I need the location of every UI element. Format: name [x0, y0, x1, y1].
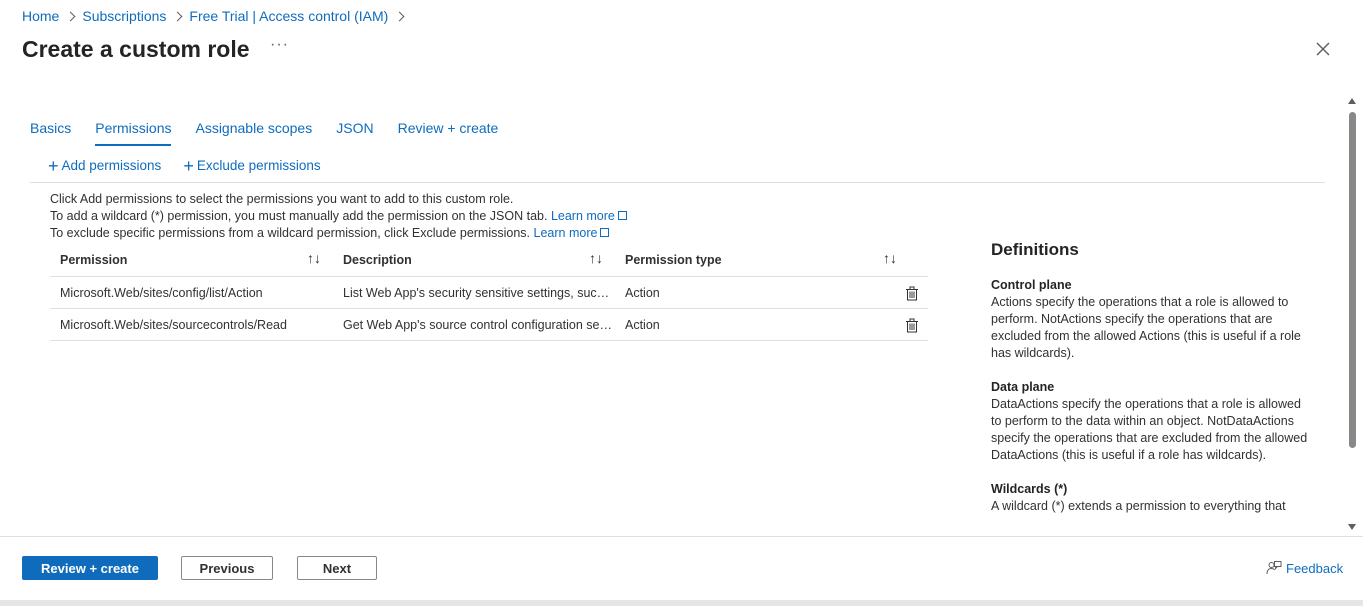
scroll-up-icon[interactable] — [1348, 98, 1356, 104]
definition-heading: Wildcards (*) — [991, 482, 1068, 496]
cell-permission: Microsoft.Web/sites/sourcecontrols/Read — [60, 317, 287, 332]
plus-icon: + — [48, 155, 59, 176]
exclude-permissions-label: Exclude permissions — [196, 158, 321, 173]
close-icon[interactable] — [1314, 40, 1332, 58]
permissions-grid: Permission ↑↓ Description ↑↓ Permission … — [50, 244, 928, 341]
definition-body: A wildcard (*) extends a permission to e… — [991, 499, 1286, 513]
sort-icon[interactable]: ↑↓ — [883, 250, 897, 266]
previous-button[interactable]: Previous — [181, 556, 273, 580]
review-create-button[interactable]: Review + create — [22, 556, 158, 580]
chevron-right-icon — [394, 11, 405, 21]
delete-icon[interactable] — [905, 286, 919, 301]
add-permissions-label: Add permissions — [61, 158, 162, 173]
cell-permission: Microsoft.Web/sites/config/list/Action — [60, 285, 263, 300]
breadcrumb: Home Subscriptions Free Trial | Access c… — [22, 8, 411, 24]
toolbar-divider — [30, 182, 1325, 183]
breadcrumb-access-control[interactable]: Free Trial | Access control (IAM) — [189, 8, 388, 24]
more-options-icon[interactable]: ··· — [270, 36, 289, 54]
tab-review-create[interactable]: Review + create — [398, 120, 499, 146]
footer-divider — [0, 536, 1363, 537]
info-line-1: Click Add permissions to select the perm… — [50, 192, 514, 206]
column-header-permission-type[interactable]: Permission type ↑↓ — [615, 250, 897, 267]
definition-heading: Control plane — [991, 278, 1072, 292]
learn-more-exclude-link[interactable]: Learn more — [534, 226, 610, 240]
info-line-3: To exclude specific permissions from a w… — [50, 226, 531, 240]
definition-body: DataActions specify the operations that … — [991, 397, 1308, 462]
external-link-icon — [617, 211, 627, 220]
chevron-right-icon — [65, 11, 76, 21]
window-bottom-edge — [0, 600, 1363, 606]
feedback-icon — [1266, 561, 1282, 575]
sort-icon[interactable]: ↑↓ — [589, 250, 603, 266]
feedback-label: Feedback — [1286, 560, 1344, 576]
column-header-permission[interactable]: Permission ↑↓ — [50, 250, 333, 267]
exclude-permissions-button[interactable]: + Exclude permissions — [183, 155, 321, 176]
cell-description: Get Web App's source control configurati… — [343, 317, 615, 332]
column-header-description[interactable]: Description ↑↓ — [333, 250, 615, 267]
add-permissions-button[interactable]: + Add permissions — [48, 155, 162, 176]
cell-permission-type: Action — [625, 317, 660, 332]
breadcrumb-home[interactable]: Home — [22, 8, 59, 24]
external-link-icon — [600, 228, 610, 237]
scroll-down-icon[interactable] — [1348, 524, 1356, 530]
delete-icon[interactable] — [905, 318, 919, 333]
grid-header: Permission ↑↓ Description ↑↓ Permission … — [50, 244, 928, 277]
breadcrumb-subscriptions[interactable]: Subscriptions — [82, 8, 166, 24]
cell-description: List Web App's security sensitive settin… — [343, 285, 615, 300]
tab-assignable-scopes[interactable]: Assignable scopes — [195, 120, 312, 146]
plus-icon: + — [183, 155, 194, 176]
tab-json[interactable]: JSON — [336, 120, 373, 146]
feedback-link[interactable]: Feedback — [1266, 560, 1343, 576]
learn-more-wildcard-link[interactable]: Learn more — [551, 209, 627, 223]
scrollbar-thumb[interactable] — [1349, 112, 1356, 448]
info-text: Click Add permissions to select the perm… — [50, 191, 627, 242]
definitions-title: Definitions — [991, 240, 1079, 259]
table-row: Microsoft.Web/sites/sourcecontrols/Read … — [50, 309, 928, 341]
chevron-right-icon — [172, 11, 183, 21]
definition-body: Actions specify the operations that a ro… — [991, 295, 1301, 360]
permissions-toolbar: + Add permissions + Exclude permissions — [48, 155, 343, 176]
definitions-panel: Definitions Control plane Actions specif… — [980, 240, 1320, 535]
tab-list: Basics Permissions Assignable scopes JSO… — [30, 120, 522, 146]
info-line-2: To add a wildcard (*) permission, you mu… — [50, 209, 548, 223]
page-title: Create a custom role — [22, 36, 250, 62]
definition-heading: Data plane — [991, 380, 1055, 394]
next-button[interactable]: Next — [297, 556, 377, 580]
sort-icon[interactable]: ↑↓ — [307, 250, 321, 266]
cell-permission-type: Action — [625, 285, 660, 300]
tab-basics[interactable]: Basics — [30, 120, 71, 146]
vertical-scrollbar[interactable] — [1346, 96, 1358, 530]
table-row: Microsoft.Web/sites/config/list/Action L… — [50, 277, 928, 309]
tab-permissions[interactable]: Permissions — [95, 120, 172, 146]
